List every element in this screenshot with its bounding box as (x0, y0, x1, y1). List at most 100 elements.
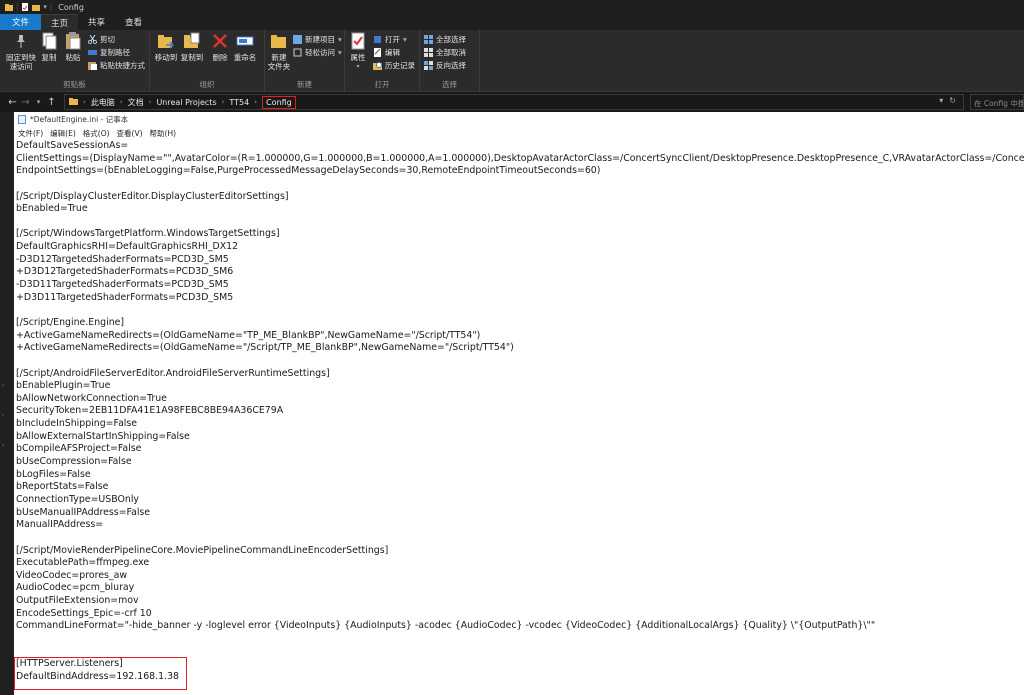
clipboard-group-label: 剪贴板 (63, 80, 86, 89)
notepad-icon (18, 115, 26, 124)
quick-access-toolbar: | ▾ | (0, 3, 52, 11)
copy-to-button[interactable]: 复制到 (180, 32, 204, 62)
menu-help[interactable]: 帮助(H) (150, 128, 177, 139)
menu-edit[interactable]: 编辑(E) (50, 128, 76, 139)
open-button[interactable]: 打开 ▾ (373, 34, 407, 45)
notepad-window: *DefaultEngine.ini - 记事本 文件(F) 编辑(E) 格式(… (14, 112, 1024, 695)
move-to-button[interactable]: 移动到 (154, 32, 178, 62)
editor-line: [/Script/WindowsTargetPlatform.WindowsTa… (16, 228, 280, 240)
edit-button[interactable]: 编辑 (373, 47, 400, 58)
breadcrumb-this-pc[interactable]: 此电脑 (91, 97, 115, 108)
organize-group: 移动到 复制到 删除 重命名 组织 (150, 30, 265, 92)
address-box[interactable]: › 此电脑 › 文档 › Unreal Projects › TT54 › Co… (64, 94, 964, 110)
new-item-label: 新建项目 (305, 35, 335, 44)
search-input[interactable]: 在 Config 中搜 (970, 94, 1024, 110)
nav-pane-marker: › (2, 442, 5, 449)
pin-icon (12, 32, 30, 50)
rename-button[interactable]: 重命名 (232, 32, 258, 62)
nav-pane-marker: › (2, 382, 5, 389)
breadcrumb-config[interactable]: Config (262, 95, 296, 109)
copy-path-button[interactable]: 复制路径 (88, 47, 130, 58)
easy-access-button[interactable]: 轻松访问 ▾ (293, 47, 342, 58)
back-arrow-icon[interactable]: ← (6, 94, 19, 110)
breadcrumb-tt54[interactable]: TT54 (229, 98, 249, 107)
new-item-dropdown-icon: ▾ (338, 35, 342, 44)
tab-view[interactable]: 查看 (115, 14, 152, 30)
properties-label: 属性 (350, 53, 366, 62)
editor-line: EndpointSettings=(bEnableLogging=False,P… (16, 165, 601, 177)
cut-button[interactable]: 剪切 (87, 34, 115, 45)
delete-label: 删除 (212, 53, 228, 62)
editor-line: bAllowNetworkConnection=True (16, 392, 167, 404)
select-all-button[interactable]: 全部选择 (424, 34, 466, 45)
copy-path-label: 复制路径 (100, 48, 130, 57)
refresh-icon[interactable]: ↻ (949, 96, 956, 105)
menu-format[interactable]: 格式(O) (83, 128, 110, 139)
paste-button[interactable]: 粘贴 (62, 32, 84, 62)
easy-access-label: 轻松访问 (305, 48, 335, 57)
editor-line: ConnectionType=USBOnly (16, 493, 139, 505)
chevron-right-icon: › (148, 98, 152, 106)
new-item-button[interactable]: 新建项目 ▾ (293, 34, 342, 45)
editor-line: +D3D11TargetedShaderFormats=PCD3D_SM5 (16, 291, 234, 303)
copy-button[interactable]: 复制 (38, 32, 60, 62)
paste-shortcut-button[interactable]: 粘贴快捷方式 (88, 60, 145, 71)
customize-dropdown-icon[interactable]: ▾ (43, 3, 47, 11)
new-folder-icon[interactable] (32, 3, 41, 11)
select-all-label: 全部选择 (436, 35, 466, 44)
copy-path-icon (88, 48, 97, 57)
navigation-pane-edge: › › › (0, 112, 14, 695)
up-arrow-icon[interactable]: ↑ (45, 94, 58, 110)
menu-view[interactable]: 查看(V) (117, 128, 143, 139)
address-bar-row: ← → ▾ ↑ › 此电脑 › 文档 › Unreal Projects › T… (0, 92, 1024, 112)
folder-icon[interactable] (5, 3, 13, 11)
organize-group-label: 组织 (199, 80, 215, 89)
select-group: 全部选择 全部取消 反向选择 选择 (420, 30, 480, 92)
rename-icon (236, 32, 254, 50)
breadcrumb-unreal-projects[interactable]: Unreal Projects (156, 98, 216, 107)
editor-line: [/Script/AndroidFileServerEditor.Android… (16, 367, 330, 379)
chevron-right-icon: › (119, 98, 123, 106)
copy-label: 复制 (41, 53, 57, 62)
delete-button[interactable]: 删除 (210, 32, 230, 62)
editor-line: bLogFiles=False (16, 468, 91, 480)
history-button[interactable]: 历史记录 (373, 60, 415, 71)
ribbon: 固定到快 速访问 复制 粘贴 剪切 复制路径 粘贴快捷方式 剪贴板 移动到 复制… (0, 30, 1024, 92)
editor-line: bEnabled=True (16, 203, 88, 215)
select-none-button[interactable]: 全部取消 (424, 47, 466, 58)
open-icon (373, 35, 382, 44)
recent-dropdown-icon[interactable]: ▾ (32, 94, 45, 110)
new-folder-label: 新建 文件夹 (267, 53, 291, 71)
editor-line: bAllowExternalStartInShipping=False (16, 430, 190, 442)
pin-quick-access-button[interactable]: 固定到快 速访问 (4, 32, 38, 71)
separator: | (16, 3, 19, 11)
move-to-icon (157, 32, 175, 50)
invert-selection-button[interactable]: 反向选择 (424, 60, 466, 71)
text-editor[interactable]: DefaultSaveSessionAs= ClientSettings=(Dis… (16, 140, 1024, 684)
window-title: Config (58, 2, 84, 12)
tab-share[interactable]: 共享 (78, 14, 115, 30)
editor-line: +ActiveGameNameRedirects=(OldGameName="T… (16, 329, 481, 341)
properties-icon[interactable] (21, 3, 29, 11)
properties-dropdown-icon: ▾ (356, 63, 360, 70)
editor-line: [/Script/MovieRenderPipelineCore.MoviePi… (16, 544, 389, 556)
forward-arrow-icon[interactable]: → (19, 94, 32, 110)
folder-icon (69, 97, 78, 107)
tab-home[interactable]: 主页 (41, 14, 79, 30)
properties-button[interactable]: 属性 ▾ (348, 32, 368, 71)
new-folder-button[interactable]: 新建 文件夹 (267, 32, 291, 71)
editor-line: [/Script/Engine.Engine] (16, 316, 125, 328)
new-group-label: 新建 (297, 80, 312, 89)
new-folder-icon (270, 32, 288, 50)
editor-line: +ActiveGameNameRedirects=(OldGameName="/… (16, 342, 514, 354)
select-none-label: 全部取消 (436, 48, 466, 57)
breadcrumb-documents[interactable]: 文档 (128, 97, 144, 108)
editor-line: SecurityToken=2EB11DFA41E1A98FEBC8BE94A3… (16, 405, 284, 417)
menu-file[interactable]: 文件(F) (18, 128, 43, 139)
ribbon-tabs: 文件 主页 共享 查看 (0, 14, 1024, 30)
tab-file[interactable]: 文件 (0, 14, 42, 30)
address-dropdown-icon[interactable]: ▾ (939, 96, 943, 105)
editor-line: DefaultGraphicsRHI=DefaultGraphicsRHI_DX… (16, 241, 239, 253)
editor-line: +D3D12TargetedShaderFormats=PCD3D_SM6 (16, 266, 234, 278)
